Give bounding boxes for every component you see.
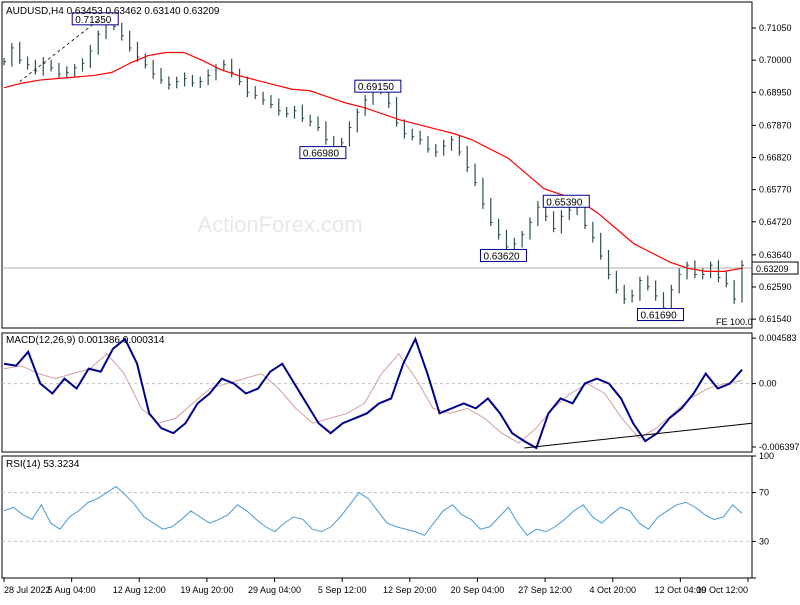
price-y-tick-label: 0.64720 — [759, 217, 792, 227]
price-y-tick-label: 0.62590 — [759, 282, 792, 292]
macd-trendline — [524, 422, 753, 449]
rsi-title: RSI(14) 53.3234 — [6, 459, 80, 470]
watermark-text: ActionForex.com — [197, 212, 362, 237]
x-tick-label: 5 Aug 04:00 — [48, 585, 96, 595]
annotation-label: 0.63620 — [483, 251, 520, 262]
fe-label: FE 100.0 — [716, 317, 753, 327]
current-price-label: 0.63209 — [756, 264, 789, 274]
price-y-tick-label: 0.71050 — [759, 23, 792, 33]
annotation-label: 0.65390 — [546, 197, 583, 208]
x-tick-label: 19 Aug 20:00 — [180, 585, 233, 595]
price-y-tick-label: 0.66820 — [759, 153, 792, 163]
rsi-y-tick-label: 100 — [759, 451, 774, 461]
chart-svg: ActionForex.com 0.71050 0.70000 0.68950 0.67… — [1, 1, 800, 595]
x-tick-label: 28 Jul 2022 — [4, 585, 51, 595]
rsi-y-tick-label: 70 — [759, 488, 769, 498]
macd-signal-line — [3, 353, 743, 444]
x-tick-label: 27 Sep 12:00 — [518, 585, 572, 595]
annotation-label: 0.61690 — [640, 311, 677, 322]
macd-y-tick-label: 0.00 — [759, 379, 777, 389]
x-tick-label: 4 Oct 20:00 — [589, 585, 636, 595]
rsi-line — [3, 485, 743, 536]
x-tick-label: 20 Sep 04:00 — [451, 585, 505, 595]
annotation-label: 0.69150 — [358, 82, 395, 93]
price-y-tick-label: 0.61540 — [759, 314, 792, 324]
panel-frame-2 — [1, 455, 753, 579]
x-tick-label: 19 Oct 12:00 — [696, 585, 748, 595]
price-y-tick-label: 0.67870 — [759, 120, 792, 130]
annotation-label: 0.66980 — [303, 149, 340, 160]
price-y-tick-label: 0.65770 — [759, 185, 792, 195]
macd-y-tick-label: 0.004583 — [759, 333, 797, 343]
price-y-tick-label: 0.70000 — [759, 55, 792, 65]
symbol-header: AUDUSD,H4 0.63453 0.63462 0.63140 0.6320… — [6, 6, 220, 17]
x-tick-label: 5 Sep 12:00 — [318, 585, 367, 595]
x-tick-label: 12 Sep 20:00 — [383, 585, 437, 595]
price-y-tick-label: 0.68950 — [759, 87, 792, 97]
chart-container: ActionForex.com 0.71050 0.70000 0.68950 0.67… — [0, 0, 800, 600]
rsi-y-tick-label: 30 — [759, 536, 769, 546]
x-tick-label: 29 Aug 04:00 — [248, 585, 301, 595]
macd-line — [3, 336, 743, 450]
macd-title: MACD(12,26,9) 0.001386 0.000314 — [6, 335, 165, 346]
x-tick-label: 12 Aug 12:00 — [113, 585, 166, 595]
price-y-tick-label: 0.63640 — [759, 250, 792, 260]
